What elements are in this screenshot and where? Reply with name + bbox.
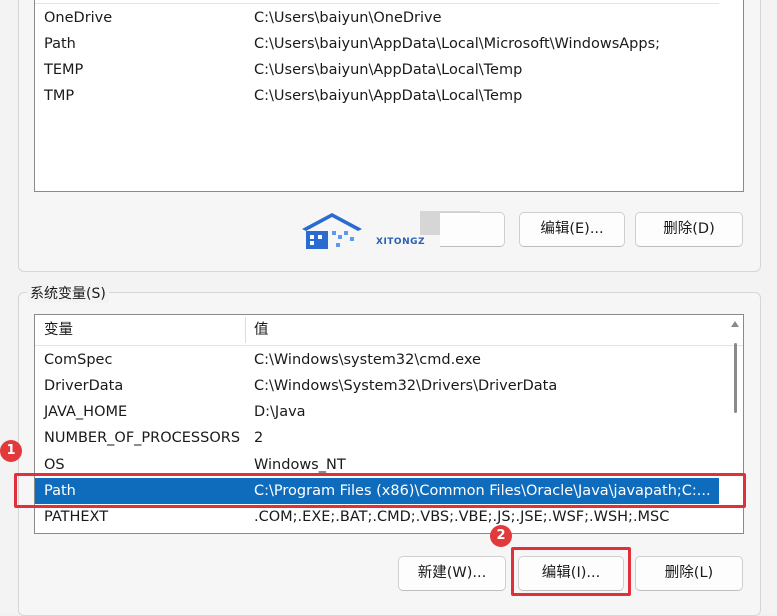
- var-value: C:\Users\baiyun\AppData\Local\Temp: [254, 62, 523, 78]
- watermark-text: XITONGZ: [376, 237, 426, 247]
- table-row[interactable]: DriverData C:\Windows\System32\Drivers\D…: [35, 373, 743, 399]
- table-row[interactable]: Path C:\Users\baiyun\AppData\Local\Micro…: [35, 31, 743, 57]
- step-marker-1: 1: [0, 440, 22, 462]
- table-row[interactable]: NUMBER_OF_PROCESSORS 2: [35, 425, 743, 451]
- user-edit-button[interactable]: 编辑(E)...: [519, 212, 625, 247]
- column-header-name[interactable]: 变量: [44, 315, 73, 345]
- scroll-thumb[interactable]: [734, 343, 737, 413]
- var-value: D:\Java: [254, 404, 306, 420]
- table-row[interactable]: OneDrive C:\Users\baiyun\OneDrive: [35, 5, 743, 31]
- var-value: C:\Windows\System32\Drivers\DriverData: [254, 378, 558, 394]
- var-name: OneDrive: [44, 10, 113, 26]
- user-variables-list[interactable]: OneDrive C:\Users\baiyun\OneDrive Path C…: [34, 0, 744, 192]
- system-variables-label: 系统变量(S): [27, 283, 109, 303]
- table-row[interactable]: TMP C:\Users\baiyun\AppData\Local\Temp: [35, 83, 743, 109]
- var-name: NUMBER_OF_PROCESSORS: [44, 430, 241, 446]
- annotation-box-path-row: [14, 473, 746, 508]
- column-header-value[interactable]: 值: [254, 315, 269, 345]
- var-name: TEMP: [44, 62, 84, 78]
- var-value: 2: [254, 430, 264, 446]
- var-name: ComSpec: [44, 352, 113, 368]
- step-marker-2: 2: [490, 525, 512, 547]
- table-row[interactable]: JAVA_HOME D:\Java: [35, 399, 743, 425]
- var-name: Path: [44, 36, 76, 52]
- annotation-box-edit-button: [511, 547, 631, 596]
- system-delete-button[interactable]: 删除(L): [635, 556, 743, 591]
- list-separator: [35, 3, 719, 4]
- var-value: C:\Users\baiyun\AppData\Local\Microsoft\…: [254, 36, 661, 52]
- table-row[interactable]: ComSpec C:\Windows\system32\cmd.exe: [35, 347, 743, 373]
- var-value: C:\Users\baiyun\OneDrive: [254, 10, 442, 26]
- scroll-up-icon[interactable]: [731, 321, 739, 327]
- var-value: C:\Users\baiyun\AppData\Local\Temp: [254, 88, 523, 104]
- var-name: DriverData: [44, 378, 124, 394]
- var-name: TMP: [44, 88, 75, 104]
- user-new-button-partial[interactable]: [440, 212, 505, 247]
- table-header: 变量 值: [35, 315, 743, 346]
- var-name: JAVA_HOME: [44, 404, 128, 420]
- column-divider[interactable]: [245, 317, 246, 343]
- watermark-icon: [302, 213, 362, 249]
- system-new-button[interactable]: 新建(W)...: [398, 556, 506, 591]
- user-delete-button[interactable]: 删除(D): [635, 212, 743, 247]
- table-row[interactable]: TEMP C:\Users\baiyun\AppData\Local\Temp: [35, 57, 743, 83]
- var-value: C:\Windows\system32\cmd.exe: [254, 352, 481, 368]
